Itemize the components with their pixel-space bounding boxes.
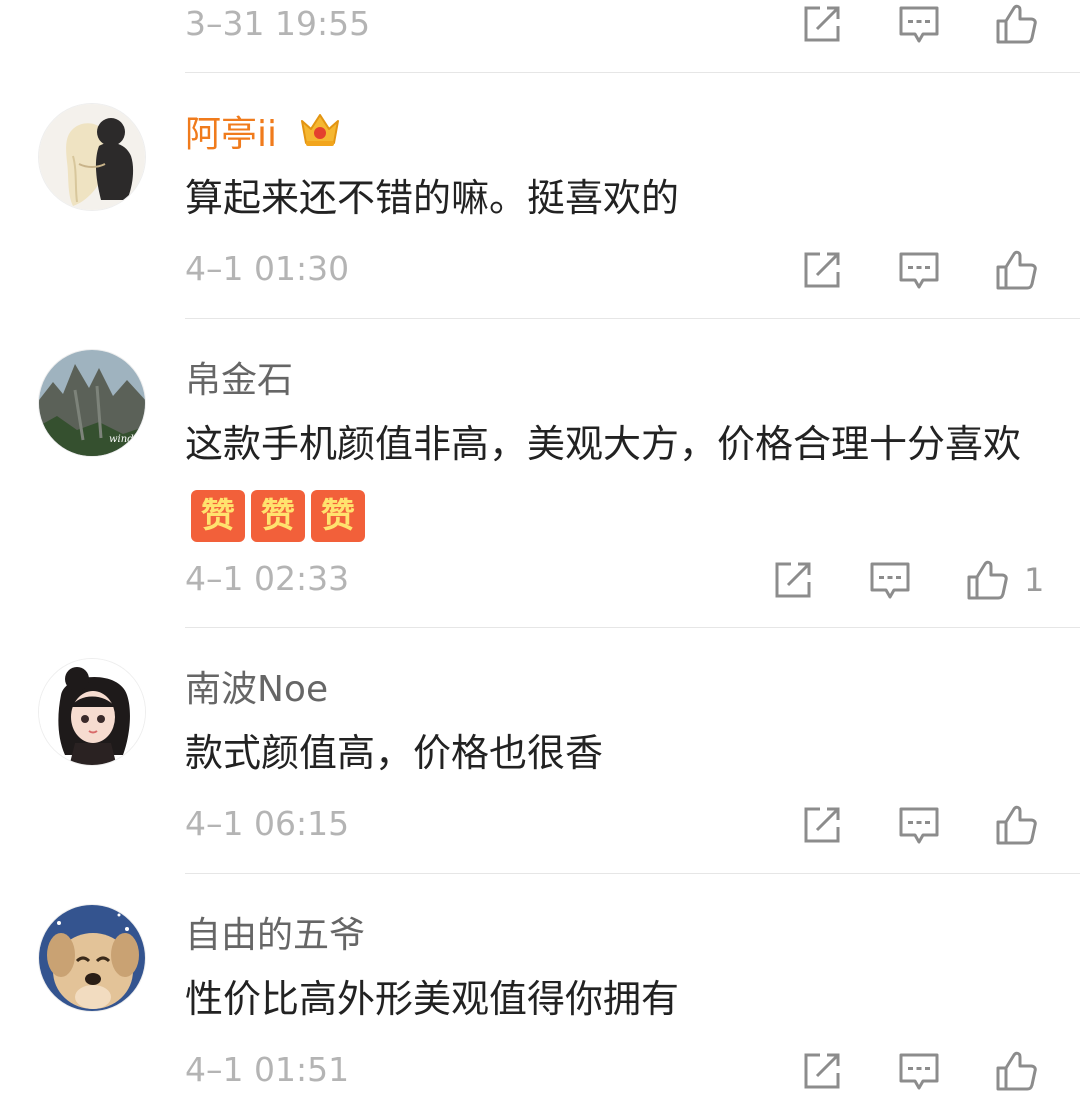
share-icon[interactable]	[800, 2, 844, 46]
comment-icon[interactable]	[897, 248, 941, 292]
comment-text: 这款手机颜值非高，美观大方，价格合理十分喜欢赞赞赞	[185, 413, 1045, 542]
comment-icon[interactable]	[897, 1049, 941, 1093]
comment-item: 南波Noe 款式颜值高，价格也很香 4–1 06:15	[0, 628, 1080, 873]
svg-text:wind: wind	[109, 434, 134, 445]
thumbs-up-icon[interactable]	[994, 248, 1038, 292]
comment-time: 3–31 19:55	[185, 4, 371, 43]
thumbs-up-icon[interactable]	[965, 558, 1009, 602]
comment-icon[interactable]	[897, 2, 941, 46]
zan-emoji-icon: 赞	[311, 490, 365, 542]
avatar[interactable]	[38, 658, 146, 766]
avatar[interactable]	[38, 904, 146, 1012]
comment-time: 4–1 01:30	[185, 249, 350, 288]
thumbs-up-icon[interactable]	[994, 2, 1038, 46]
avatar[interactable]: wind	[38, 349, 146, 457]
username[interactable]: 自由的五爷	[185, 906, 365, 958]
username[interactable]: 帛金石	[185, 351, 293, 403]
share-icon[interactable]	[800, 803, 844, 847]
thumbs-up-icon[interactable]	[994, 1049, 1038, 1093]
like-count: 1	[1024, 561, 1045, 599]
comment-time: 4–1 06:15	[185, 804, 350, 843]
comment-item: 阿亭ii 算起来还不错的嘛。挺喜欢的 4–1 01:30	[0, 73, 1080, 318]
comment-item: 自由的五爷 性价比高外形美观值得你拥有 4–1 01:51	[0, 874, 1080, 1114]
comment-icon[interactable]	[897, 803, 941, 847]
comment-icon[interactable]	[868, 558, 912, 602]
comment-text-body: 这款手机颜值非高，美观大方，价格合理十分喜欢	[185, 422, 1022, 466]
comment-text: 性价比高外形美观值得你拥有	[185, 977, 680, 1021]
share-icon[interactable]	[800, 1049, 844, 1093]
zan-emoji-icon: 赞	[251, 490, 305, 542]
thumbs-up-icon[interactable]	[994, 803, 1038, 847]
crown-badge-icon	[298, 109, 342, 149]
share-icon[interactable]	[771, 558, 815, 602]
zan-emoji-icon: 赞	[191, 490, 245, 542]
comment-text: 款式颜值高，价格也很香	[185, 731, 604, 775]
avatar[interactable]	[38, 103, 146, 211]
comment-text: 算起来还不错的嘛。挺喜欢的	[185, 176, 680, 220]
previous-comment-meta: 3–31 19:55	[0, 0, 1080, 72]
share-icon[interactable]	[800, 248, 844, 292]
username[interactable]: 南波Noe	[185, 660, 328, 712]
comment-time: 4–1 02:33	[185, 559, 350, 598]
comment-item: wind 帛金石 这款手机颜值非高，美观大方，价格合理十分喜欢赞赞赞 4–1 0…	[0, 319, 1080, 627]
comment-time: 4–1 01:51	[185, 1050, 350, 1089]
username[interactable]: 阿亭ii	[185, 105, 277, 157]
